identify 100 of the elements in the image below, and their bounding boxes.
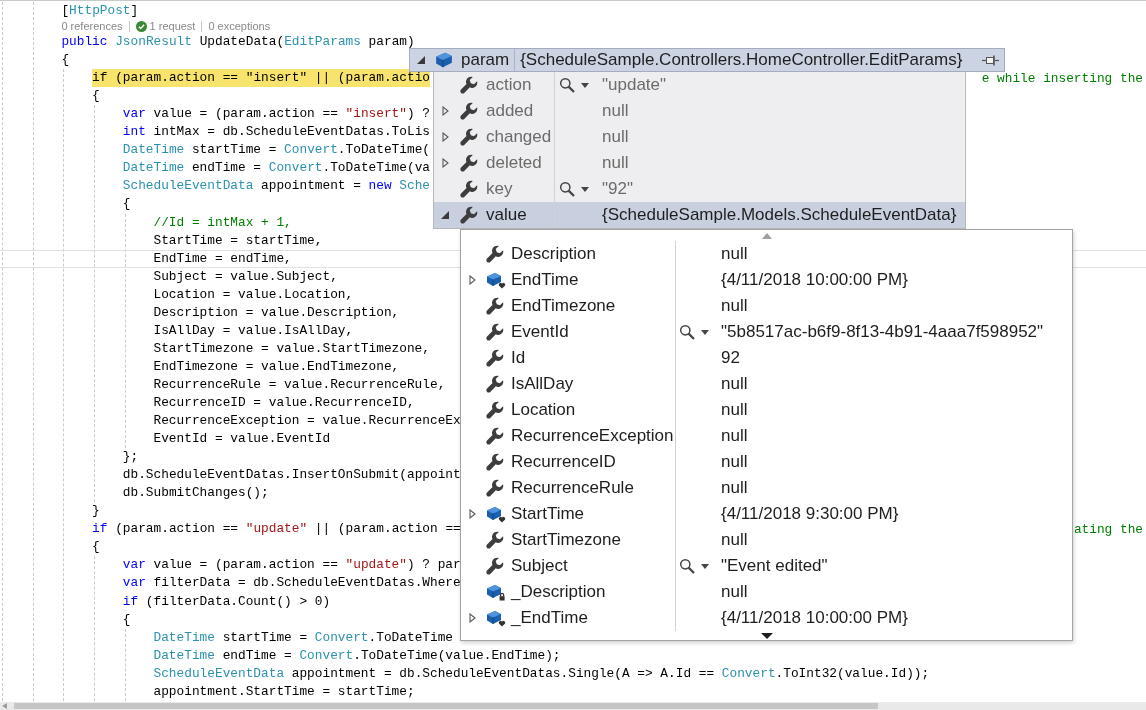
search-icon[interactable]	[559, 181, 575, 197]
pin-icon[interactable]	[982, 54, 999, 66]
code-comment: e while inserting the	[981, 72, 1143, 84]
member-value: null	[721, 374, 748, 394]
caret-icon[interactable]	[581, 82, 589, 88]
scrollbar-thumb[interactable]	[14, 703, 878, 709]
wrench-icon	[486, 375, 504, 393]
expand-arrow-icon[interactable]	[441, 106, 449, 116]
codelens-link[interactable]: 1 request	[135, 20, 196, 34]
expand-arrow-icon[interactable]	[468, 275, 476, 285]
member-name: Subject	[511, 556, 568, 576]
code-line: RecurrenceRule = value.RecurrenceRule,	[153, 375, 446, 394]
data-tip-row[interactable]: Description null	[461, 241, 1072, 267]
data-tip-row[interactable]: value {ScheduleSample.Models.ScheduleEventData}	[434, 202, 965, 228]
code-line: EndTime = endTime,	[153, 249, 292, 268]
wrench-icon	[460, 206, 478, 224]
code-line: RecurrenceID = value.RecurrenceID,	[153, 394, 415, 412]
variable-name: param	[461, 50, 510, 70]
collapse-arrow-icon[interactable]	[441, 211, 449, 219]
data-tip-row[interactable]: StartTimezone null	[461, 527, 1072, 553]
wrench-icon	[486, 557, 504, 575]
expand-arrow-icon[interactable]	[441, 158, 449, 168]
wrench-icon	[486, 531, 504, 549]
member-value: 92	[721, 348, 740, 368]
code-line: db.ScheduleEventDatas.InsertOnSubmit(appoint	[122, 466, 461, 485]
code-line: db.SubmitChanges();	[122, 484, 269, 503]
data-tip-row[interactable]: _Description null	[461, 579, 1072, 605]
member-name: EndTime	[511, 270, 579, 290]
data-tip-row[interactable]: EndTime {4/11/2018 10:00:00 PM}	[461, 267, 1072, 293]
member-name: StartTime	[511, 504, 585, 524]
code-line: StartTimezone = value.StartTimezone,	[153, 339, 430, 358]
member-value: null	[721, 452, 748, 472]
data-tip-row[interactable]: RecurrenceException null	[461, 423, 1072, 449]
data-tip-row[interactable]: Location null	[461, 397, 1072, 423]
code-line: ScheduleEventData appointment = new Sche	[122, 177, 430, 196]
data-tip-row[interactable]: IsAllDay null	[461, 371, 1072, 397]
data-tip-row[interactable]: changed null	[434, 124, 965, 150]
caret-icon[interactable]	[701, 329, 709, 335]
code-line: Location = value.Location,	[153, 285, 354, 304]
code-line: public JsonResult UpdateData(EditParams param)	[61, 33, 415, 52]
caret-icon[interactable]	[581, 186, 589, 192]
code-line: Subject = value.Subject,	[153, 267, 338, 286]
wrench-icon	[486, 297, 504, 315]
data-tip-row[interactable]: action "update"	[434, 72, 965, 98]
member-name: StartTimezone	[511, 530, 621, 550]
code-line: Description = value.Description,	[153, 303, 400, 322]
code-line: DateTime endTime = Convert.ToDateTime(va	[122, 159, 430, 178]
search-icon[interactable]	[679, 324, 695, 340]
data-tip-row[interactable]: EndTimezone null	[461, 293, 1072, 319]
member-value: null	[721, 478, 748, 498]
wrench-icon	[486, 401, 504, 419]
code-line: {	[92, 87, 100, 106]
collapse-arrow-icon[interactable]	[417, 56, 425, 64]
data-tip-row[interactable]: StartTime {4/11/2018 9:30:00 PM}	[461, 501, 1072, 527]
search-icon[interactable]	[559, 77, 575, 93]
expand-arrow-icon[interactable]	[441, 132, 449, 142]
code-line: EndTimezone = value.EndTimezone,	[153, 357, 400, 376]
member-value: null	[721, 426, 748, 446]
member-value: null	[721, 582, 748, 602]
wrench-icon	[486, 245, 504, 263]
code-line: //Id = intMax + 1,	[153, 213, 292, 232]
code-line: var filterData = db.ScheduleEventDatas.Where	[122, 574, 461, 593]
code-comment: ating the	[1073, 523, 1143, 535]
data-tip-row[interactable]: EventId "5b8517ac-b6f9-8f13-4b91-4aaa7f598952"	[461, 319, 1072, 345]
member-value: "update"	[602, 75, 667, 95]
data-tip-row[interactable]: RecurrenceID null	[461, 449, 1072, 475]
member-name: key	[486, 179, 513, 199]
data-tip-row[interactable]: RecurrenceRule null	[461, 475, 1072, 501]
data-tip-row[interactable]: Subject "Event edited"	[461, 553, 1072, 579]
data-tip-row[interactable]: Id 92	[461, 345, 1072, 371]
member-value: "Event edited"	[721, 556, 828, 576]
data-tip-row[interactable]: deleted null	[434, 150, 965, 176]
member-value: {4/11/2018 9:30:00 PM}	[721, 504, 899, 524]
codelens-link[interactable]: 0 exceptions	[208, 20, 271, 34]
code-line: RecurrenceException = value.RecurrenceEx	[153, 412, 461, 431]
data-tip-row[interactable]: _EndTime {4/11/2018 10:00:00 PM}	[461, 605, 1072, 631]
member-value: null	[602, 127, 629, 147]
expand-arrow-icon[interactable]	[468, 509, 476, 519]
member-value: {4/11/2018 10:00:00 PM}	[721, 270, 908, 290]
member-name: changed	[486, 127, 552, 147]
member-name: Description	[511, 244, 597, 264]
caret-icon[interactable]	[701, 563, 709, 569]
wrench-icon	[486, 427, 504, 445]
code-line: }	[92, 502, 100, 521]
code-line: [HttpPost]	[61, 2, 139, 20]
cube-lock-icon	[486, 583, 506, 601]
scroll-down-arrow-icon[interactable]	[760, 632, 773, 639]
member-name: action	[486, 75, 532, 95]
data-tip-row[interactable]: added null	[434, 98, 965, 124]
member-value: null	[602, 153, 629, 173]
wrench-icon	[486, 453, 504, 471]
scroll-up-arrow-icon[interactable]	[761, 232, 772, 239]
expand-arrow-icon[interactable]	[468, 613, 476, 623]
wrench-icon	[460, 102, 478, 120]
code-line: DateTime endTime = Convert.ToDateTime(value.EndTime);	[153, 646, 561, 665]
search-icon[interactable]	[679, 558, 695, 574]
horizontal-scrollbar[interactable]	[0, 702, 1146, 710]
member-name: value	[486, 205, 527, 225]
codelens-link[interactable]: 0 references	[61, 20, 123, 34]
code-line: IsAllDay = value.IsAllDay,	[153, 321, 354, 340]
